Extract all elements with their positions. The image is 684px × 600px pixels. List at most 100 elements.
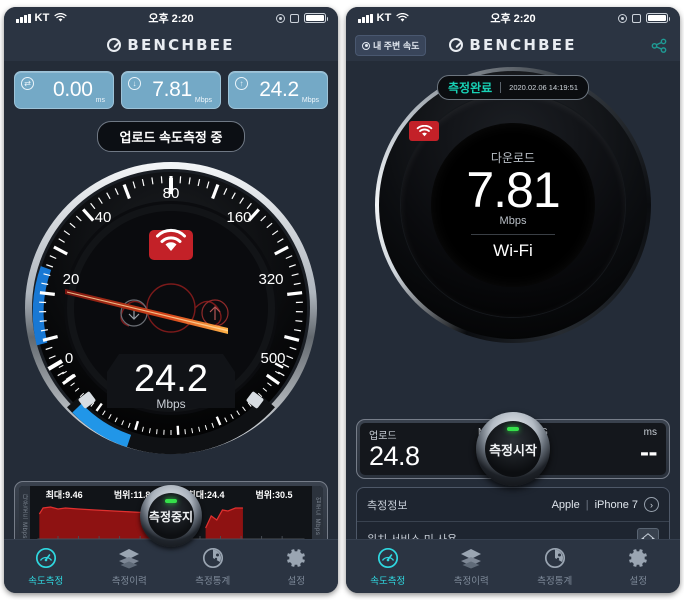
battery-icon <box>646 13 670 23</box>
gauge-value: 24.2 <box>134 358 208 400</box>
chevron-right-icon[interactable]: › <box>644 497 659 512</box>
tab-stats-label: 측정통계 <box>195 576 231 587</box>
gauge-tick-20: 20 <box>63 271 80 288</box>
radio-target-icon <box>362 41 370 50</box>
wifi-badge <box>409 121 439 141</box>
share-icon <box>651 38 667 53</box>
speedometer-icon <box>35 547 56 569</box>
device-brand: Apple <box>551 498 580 511</box>
device-info-label: 측정정보 <box>367 499 408 512</box>
pill-ping[interactable]: ⇄ 0.00 ms <box>14 71 114 109</box>
stop-measure-label: 측정중지 <box>148 509 194 524</box>
pill-upload-value: 24.2 <box>259 78 299 101</box>
summary-pills: ⇄ 0.00 ms ↓ 7.81 Mbps ↑ 24.2 Mbps <box>4 61 338 109</box>
tab-history[interactable]: 측정이력 <box>88 540 172 593</box>
tab-bar-left: 속도측정 측정이력 측정통계 설정 <box>4 539 338 593</box>
gauge-tick-40: 40 <box>95 209 112 226</box>
app-header-left: BENCHBEE <box>4 29 338 61</box>
device-info-row[interactable]: 측정정보 Apple | iPhone 7 › <box>357 488 669 522</box>
location-icon <box>276 13 285 23</box>
speed-gauge: 80 40 160 20 320 0 500 24.2 Mbps <box>25 162 317 455</box>
start-measure-button[interactable]: 측정시작 <box>476 412 550 486</box>
brand-logo: BENCHBEE <box>107 36 234 54</box>
pill-ping-value: 0.00 <box>52 78 93 101</box>
pill-download-value: 7.81 <box>152 78 192 101</box>
app-screenshot: KT 오후 2:20 BENCHBEE ⇄ 0.00 ms ↓ 7.81 Mbp… <box>0 0 684 600</box>
tab-speed-test-label: 속도측정 <box>370 576 406 587</box>
tab-history-label: 측정이력 <box>111 576 147 587</box>
tab-stats-label: 측정통계 <box>537 576 573 587</box>
share-button[interactable] <box>650 37 668 55</box>
upload-graph-range: 범위:30.5 <box>255 490 293 500</box>
upload-label: 업로드 <box>369 431 397 442</box>
speedometer-icon <box>377 547 398 569</box>
start-measure-label: 측정시작 <box>489 442 537 458</box>
clock-label: 오후 2:20 <box>148 13 194 25</box>
result-dial: 다운로드 7.81 Mbps Wi-Fi 측정완료 2020.02.06 14:… <box>375 67 651 343</box>
location-icon <box>618 13 627 23</box>
download-icon: ↓ <box>128 77 141 90</box>
right-phone-screen: KT 오후 2:20 내 주변 속도 BENCHBEE 다운로드 7.81 Mb… <box>346 7 680 593</box>
gear-icon <box>287 549 306 567</box>
measure-timestamp: 2020.02.06 14:19:51 <box>509 83 578 92</box>
tab-settings[interactable]: 설정 <box>255 540 339 593</box>
status-chip-wrap: 업로드 속도측정 중 <box>4 121 338 152</box>
result-dial-wrap: 다운로드 7.81 Mbps Wi-Fi 측정완료 2020.02.06 14:… <box>346 67 680 343</box>
chip-divider <box>500 82 502 93</box>
stop-measure-button[interactable]: 측정중지 <box>140 485 202 547</box>
upload-ping-panel: 업로드 Mbps 24.8 PING ms -- 측정시작 <box>356 412 670 486</box>
download-graph-axis-label: 다운로드 Mbps <box>19 486 30 546</box>
tab-stats[interactable]: 측정통계 <box>513 540 597 593</box>
chart-pie-icon <box>202 547 223 569</box>
tab-settings-label: 설정 <box>629 576 647 587</box>
gauge-wrap: 80 40 160 20 320 0 500 24.2 Mbps <box>4 158 338 458</box>
ping-exchange-icon: ⇄ <box>21 77 34 90</box>
stop-measure-button-inner: 측정중지 <box>148 493 194 539</box>
start-measure-button-inner: 측정시작 <box>485 421 541 477</box>
device-model: iPhone 7 <box>594 498 638 511</box>
wifi-icon <box>416 124 432 136</box>
dial-divider <box>471 233 555 235</box>
upload-graph-axis-label: 업로드 Mbps <box>312 486 323 546</box>
tab-history[interactable]: 측정이력 <box>430 540 514 593</box>
pill-upload[interactable]: ↑ 24.2 Mbps <box>228 71 328 109</box>
tab-history-label: 측정이력 <box>453 576 489 587</box>
gauge-tick-0: 0 <box>65 350 73 367</box>
pill-upload-unit: Mbps <box>301 97 319 104</box>
left-phone-screen: KT 오후 2:20 BENCHBEE ⇄ 0.00 ms ↓ 7.81 Mbp… <box>4 7 338 593</box>
brand-name: BENCHBEE <box>469 36 577 54</box>
gauge-tick-500: 500 <box>260 350 285 367</box>
app-header-right: 내 주변 속도 BENCHBEE <box>346 29 680 61</box>
tab-speed-test[interactable]: 속도측정 <box>346 540 430 593</box>
pill-ping-unit: ms <box>95 97 105 104</box>
clock-label: 오후 2:20 <box>490 13 536 25</box>
nearby-speed-label: 내 주변 속도 <box>373 41 420 51</box>
pill-download-unit: Mbps <box>194 97 212 104</box>
network-type: Wi-Fi <box>493 240 533 260</box>
status-bar-right: KT 오후 2:20 <box>346 7 680 29</box>
benchbee-mark-icon <box>449 38 464 52</box>
layers-icon <box>119 549 140 569</box>
tab-stats[interactable]: 측정통계 <box>171 540 255 593</box>
gauge-tick-320: 320 <box>258 271 283 288</box>
tab-speed-test-label: 속도측정 <box>28 576 64 587</box>
gauge-wifi-icon <box>149 228 193 260</box>
upload-icon: ↑ <box>235 77 248 90</box>
download-value: 7.81 <box>466 162 560 219</box>
benchbee-mark-icon <box>107 38 122 52</box>
brand-logo: BENCHBEE <box>449 36 576 54</box>
nearby-speed-button[interactable]: 내 주변 속도 <box>355 35 427 56</box>
pill-download[interactable]: ↓ 7.81 Mbps <box>121 71 221 109</box>
measure-complete-label: 측정완료 <box>448 81 493 95</box>
tab-bar-right: 속도측정 측정이력 측정통계 설정 <box>346 539 680 593</box>
device-info-value: Apple | iPhone 7 › <box>552 497 659 512</box>
right-content: 다운로드 7.81 Mbps Wi-Fi 측정완료 2020.02.06 14:… <box>346 67 680 565</box>
layers-icon <box>461 549 482 569</box>
download-graph-max: 최대:9.46 <box>45 490 83 500</box>
left-content: ⇄ 0.00 ms ↓ 7.81 Mbps ↑ 24.2 Mbps 업로드 속도… <box>4 61 338 559</box>
battery-icon <box>304 13 328 23</box>
gear-icon <box>629 549 648 567</box>
tab-speed-test[interactable]: 속도측정 <box>4 540 88 593</box>
gauge-tick-80: 80 <box>163 185 180 202</box>
tab-settings[interactable]: 설정 <box>597 540 681 593</box>
